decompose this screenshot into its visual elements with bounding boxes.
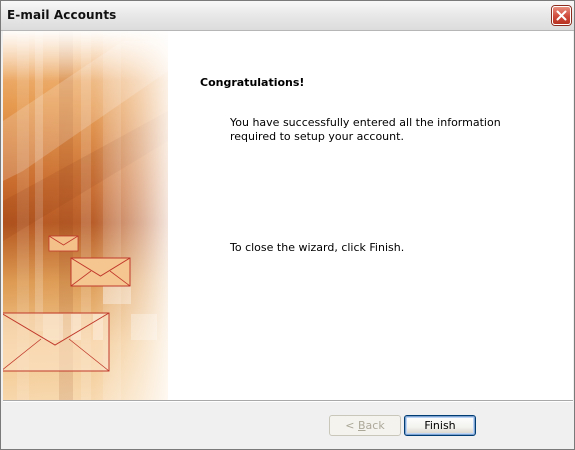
close-button[interactable] bbox=[552, 6, 571, 25]
envelope-icon bbox=[48, 235, 79, 252]
window-title: E-mail Accounts bbox=[7, 8, 117, 22]
envelope-icon bbox=[70, 257, 131, 287]
page-title: Congratulations! bbox=[200, 76, 305, 89]
wizard-content-panel: Congratulations! You have successfully e… bbox=[168, 31, 573, 400]
back-button-label-rest: ack bbox=[365, 419, 385, 432]
envelope-art bbox=[3, 31, 168, 400]
envelope-icon bbox=[3, 312, 110, 372]
finish-button[interactable]: Finish bbox=[404, 415, 476, 436]
email-accounts-dialog: E-mail Accounts Congratulations! You hav… bbox=[0, 0, 575, 450]
close-instruction: To close the wizard, click Finish. bbox=[230, 241, 405, 254]
wizard-banner-art bbox=[3, 31, 168, 400]
success-message: You have successfully entered all the in… bbox=[230, 116, 501, 143]
back-button[interactable]: < Back bbox=[329, 415, 401, 436]
button-separator bbox=[3, 400, 573, 402]
close-icon bbox=[556, 10, 567, 21]
back-button-mnemonic: B bbox=[358, 419, 366, 432]
title-bar[interactable]: E-mail Accounts bbox=[1, 1, 574, 31]
back-button-prefix: < bbox=[345, 419, 358, 432]
